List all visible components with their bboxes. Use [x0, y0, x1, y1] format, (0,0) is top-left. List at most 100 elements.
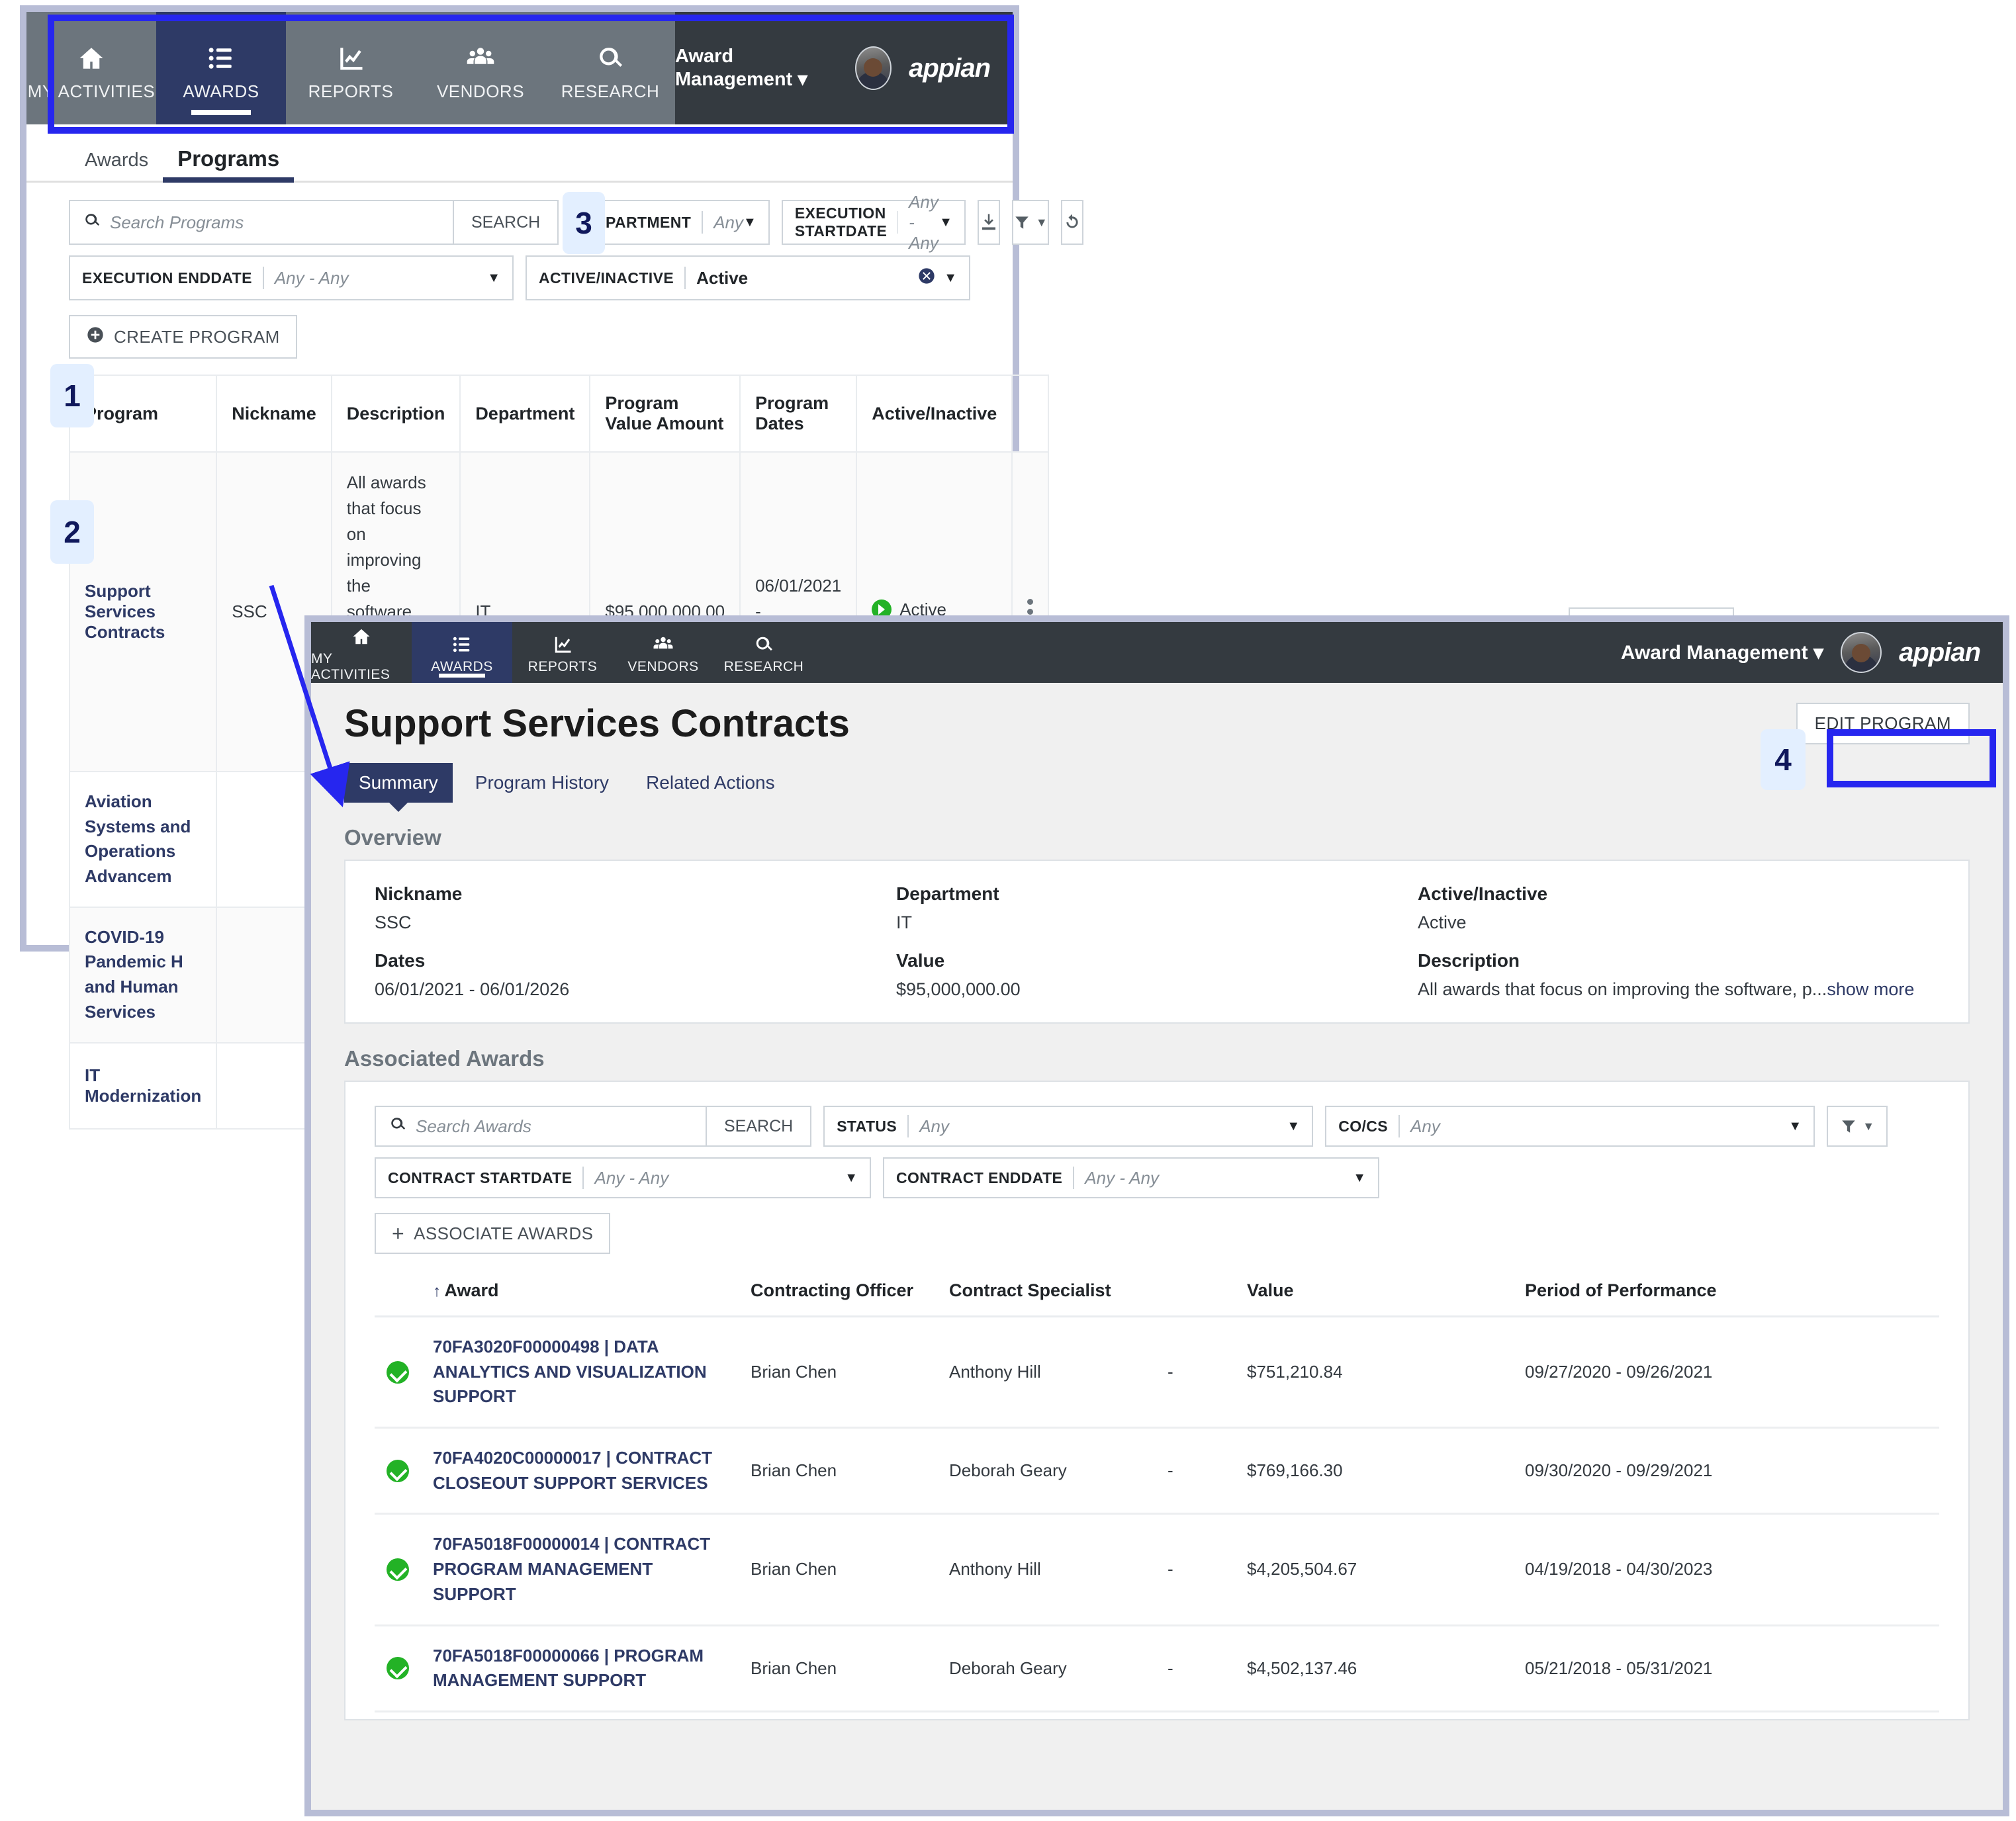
program-link[interactable]: Support Services Contracts	[85, 581, 165, 642]
award-link[interactable]: 70FA3020F00000498 | DATA ANALYTICS AND V…	[433, 1337, 707, 1406]
col-contracting-officer[interactable]: Contracting Officer	[739, 1270, 937, 1317]
search-input[interactable]: Search Programs	[69, 200, 453, 245]
search-awards-input[interactable]: Search Awards	[375, 1106, 706, 1147]
table-row[interactable]: 70FA4020C00000017 | CONTRACT CLOSEOUT SU…	[375, 1427, 1939, 1515]
sort-ascending-icon: ↑	[433, 1282, 441, 1300]
filter-label: STATUS	[837, 1117, 897, 1135]
award-link[interactable]: 70FA5018F00000014 | CONTRACT PROGRAM MAN…	[433, 1534, 710, 1603]
chart-icon	[336, 40, 366, 76]
tab-summary[interactable]: Summary	[344, 763, 453, 803]
associate-awards-button[interactable]: + ASSOCIATE AWARDS	[375, 1213, 611, 1254]
filter-execution-startdate[interactable]: EXECUTION STARTDATE Any - Any ▼	[781, 192, 966, 253]
nav-item-vendors[interactable]: VENDORS	[416, 12, 545, 124]
filter-active-inactive[interactable]: ACTIVE/INACTIVE Active ▼	[526, 255, 970, 300]
search-awards-group: Search Awards SEARCH	[375, 1106, 812, 1147]
overview-field-description: Description All awards that focus on imp…	[1418, 950, 1939, 1000]
col-award-label: Award	[444, 1280, 499, 1300]
nav-item-research[interactable]: RESEARCH	[545, 12, 675, 124]
table-row[interactable]: 70FA5018F00000066 | PROGRAM MANAGEMENT S…	[375, 1625, 1939, 1712]
search-icon	[753, 633, 775, 656]
create-program-label: CREATE PROGRAM	[114, 326, 280, 347]
field-value: Active	[1418, 912, 1467, 932]
nav-item-reports[interactable]: REPORTS	[286, 12, 416, 124]
filter-status[interactable]: STATUS Any ▼	[823, 1106, 1314, 1147]
table-row[interactable]: 70FA3020F00000498 | DATA ANALYTICS AND V…	[375, 1316, 1939, 1429]
cell-period: 04/19/2018 - 04/30/2023	[1513, 1513, 1939, 1626]
filter-label: EXECUTION STARTDATE	[794, 204, 888, 240]
filter-execution-enddate[interactable]: EXECUTION ENDDATE Any - Any ▼	[69, 255, 514, 300]
cell-status	[375, 1316, 421, 1429]
tab-program-history[interactable]: Program History	[461, 763, 623, 803]
program-link[interactable]: IT Modernization	[85, 1065, 201, 1106]
cell-officer: Brian Chen	[739, 1427, 937, 1515]
col-award[interactable]: ↑ Award	[421, 1270, 739, 1317]
search-placeholder: Search Programs	[110, 212, 244, 232]
chevron-down-icon: ▼	[1287, 1118, 1301, 1133]
tab-related-actions[interactable]: Related Actions	[631, 763, 790, 803]
create-program-button[interactable]: CREATE PROGRAM	[69, 315, 297, 359]
user-menu[interactable]: Award Management ▾	[675, 46, 838, 91]
divider	[897, 211, 899, 234]
filter-co-cs[interactable]: CO/CS Any ▼	[1325, 1106, 1815, 1147]
col-value[interactable]: Value	[1235, 1270, 1513, 1317]
search-icon	[389, 1116, 406, 1137]
nav-item-research[interactable]: RESEARCH	[713, 622, 814, 683]
table-row[interactable]: 70FA5018F00000014 | CONTRACT PROGRAM MAN…	[375, 1513, 1939, 1626]
col-description[interactable]: Description	[330, 375, 461, 453]
nav-label: REPORTS	[308, 81, 394, 101]
filter-icon-button[interactable]: ▼	[1011, 200, 1049, 245]
tab-programs[interactable]: Programs	[163, 146, 295, 183]
overview-field-nickname: Nickname SSC	[375, 883, 896, 933]
awards-header-row: ↑ Award Contracting Officer Contract Spe…	[375, 1270, 1939, 1317]
nav-item-reports[interactable]: REPORTS	[512, 622, 613, 683]
col-period-of-performance[interactable]: Period of Performance	[1513, 1270, 1939, 1317]
filter-label: CONTRACT STARTDATE	[388, 1169, 573, 1186]
nav-item-my-activities[interactable]: MY ACTIVITIES	[26, 12, 156, 124]
user-menu[interactable]: Award Management ▾	[1621, 641, 1823, 664]
avatar[interactable]	[1841, 632, 1882, 673]
table-header-row: Program Nickname Description Department …	[68, 375, 1050, 453]
filter-contract-enddate[interactable]: CONTRACT ENDDATE Any - Any ▼	[883, 1157, 1379, 1198]
divider	[684, 267, 686, 289]
chevron-down-icon: ▾	[1813, 641, 1824, 664]
field-value: IT	[896, 912, 912, 932]
award-link[interactable]: 70FA4020C00000017 | CONTRACT CLOSEOUT SU…	[433, 1448, 712, 1493]
associated-awards-card: Search Awards SEARCH STATUS Any ▼ CO/CS …	[344, 1081, 1970, 1720]
col-program-value[interactable]: Program Value Amount	[589, 375, 741, 453]
search-button[interactable]: SEARCH	[453, 200, 559, 245]
col-active-inactive[interactable]: Active/Inactive	[856, 375, 1013, 453]
plus-icon: +	[392, 1221, 405, 1245]
filter-contract-startdate[interactable]: CONTRACT STARTDATE Any - Any ▼	[375, 1157, 871, 1198]
refresh-icon-button[interactable]	[1060, 200, 1083, 245]
show-more-link[interactable]: show more	[1827, 979, 1914, 999]
chevron-down-icon: ▼	[487, 270, 500, 285]
col-nickname[interactable]: Nickname	[216, 375, 332, 453]
col-program-dates[interactable]: Program Dates	[739, 375, 858, 453]
nav-label: RESEARCH	[723, 659, 804, 674]
avatar[interactable]	[854, 46, 892, 90]
search-awards-button[interactable]: SEARCH	[706, 1106, 812, 1147]
filter-icon-button[interactable]: ▼	[1827, 1106, 1888, 1147]
export-icon-button[interactable]	[977, 200, 1000, 245]
cell-extra: -	[1156, 1513, 1235, 1626]
status-ok-icon	[387, 1558, 409, 1581]
back-nav-bar: MY ACTIVITIES AWARDS REPORTS VENDORS RES…	[26, 12, 1013, 124]
page-title: Support Services Contracts	[344, 702, 850, 745]
nav-item-awards[interactable]: AWARDS	[412, 622, 512, 683]
col-contract-specialist[interactable]: Contract Specialist	[937, 1270, 1156, 1317]
col-department[interactable]: Department	[459, 375, 591, 453]
overview-field-value: Value $95,000,000.00	[896, 950, 1418, 1000]
program-link[interactable]: Aviation Systems and Operations Advancem	[85, 791, 191, 886]
cell-specialist: Anthony Hill	[937, 1513, 1156, 1626]
clear-filter-icon[interactable]	[917, 267, 936, 289]
tab-awards[interactable]: Awards	[70, 150, 163, 181]
nav-item-awards[interactable]: AWARDS	[156, 12, 286, 124]
chevron-down-icon: ▼	[944, 270, 957, 285]
nav-item-vendors[interactable]: VENDORS	[613, 622, 713, 683]
program-link[interactable]: COVID-19 Pandemic H and Human Services	[85, 927, 183, 1022]
field-value: SSC	[375, 912, 412, 932]
cell-period: 09/27/2020 - 09/26/2021	[1513, 1316, 1939, 1429]
award-link[interactable]: 70FA5018F00000066 | PROGRAM MANAGEMENT S…	[433, 1646, 704, 1691]
nav-item-my-activities[interactable]: MY ACTIVITIES	[311, 622, 412, 683]
edit-program-button[interactable]: EDIT PROGRAM	[1796, 703, 1970, 744]
